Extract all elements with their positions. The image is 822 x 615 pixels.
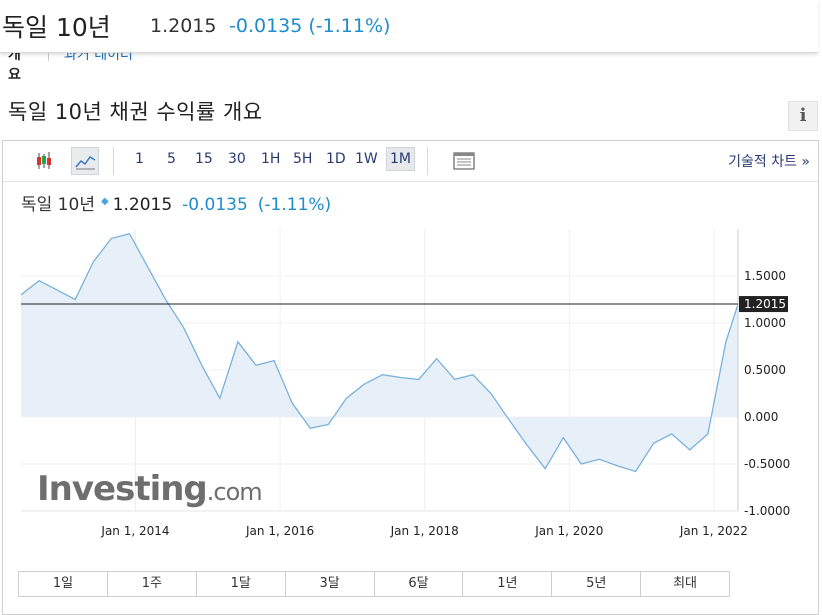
x-tick-label: Jan 1, 2020 xyxy=(534,524,603,538)
instrument-name: 독일 10년 xyxy=(2,13,111,42)
x-tick-label: Jan 1, 2022 xyxy=(679,524,748,538)
y-tick-label: -0.5000 xyxy=(744,457,790,471)
period-max[interactable]: 최대 xyxy=(641,572,729,596)
y-tick-label: 0.5000 xyxy=(744,363,786,377)
info-icon[interactable]: i xyxy=(788,101,818,131)
x-tick-label: Jan 1, 2016 xyxy=(245,524,314,538)
section-title: 독일 10년 채권 수익률 개요 xyxy=(8,100,263,124)
period-1y[interactable]: 1년 xyxy=(463,572,553,596)
sticky-quote-header: 독일 10년 1.2015 -0.0135 (-1.11%) xyxy=(0,0,818,53)
x-tick-label: Jan 1, 2018 xyxy=(390,524,459,538)
period-1w[interactable]: 1주 xyxy=(108,572,197,596)
period-5y[interactable]: 5년 xyxy=(552,572,642,596)
y-tick-label: -1.0000 xyxy=(744,504,790,518)
series-area xyxy=(21,233,738,472)
period-selector: 1일 1주 1달 3달 6달 1년 5년 최대 xyxy=(18,571,730,597)
period-1d[interactable]: 1일 xyxy=(19,572,108,596)
period-3m[interactable]: 3달 xyxy=(286,572,375,596)
y-tick-label: 0.000 xyxy=(744,410,778,424)
investing-watermark: Investing.com xyxy=(37,469,262,509)
chart-widget: 1 5 15 30 1H 5H 1D 1W 1M 기술적 차트 » 독일 10년… xyxy=(2,140,819,615)
price-chart[interactable]: 1.5000 1.0000 0.5000 0.000 -0.5000 -1.0000 Jan… xyxy=(3,141,818,614)
current-value-label: 1.2015 xyxy=(744,297,786,311)
y-tick-label: 1.0000 xyxy=(744,316,786,330)
x-tick-label: Jan 1, 2014 xyxy=(100,524,169,538)
period-6m[interactable]: 6달 xyxy=(375,572,464,596)
last-price: 1.2015 xyxy=(150,15,217,37)
price-change: -0.0135 (-1.11%) xyxy=(229,15,391,37)
period-1m[interactable]: 1달 xyxy=(197,572,286,596)
y-tick-label: 1.5000 xyxy=(744,269,786,283)
